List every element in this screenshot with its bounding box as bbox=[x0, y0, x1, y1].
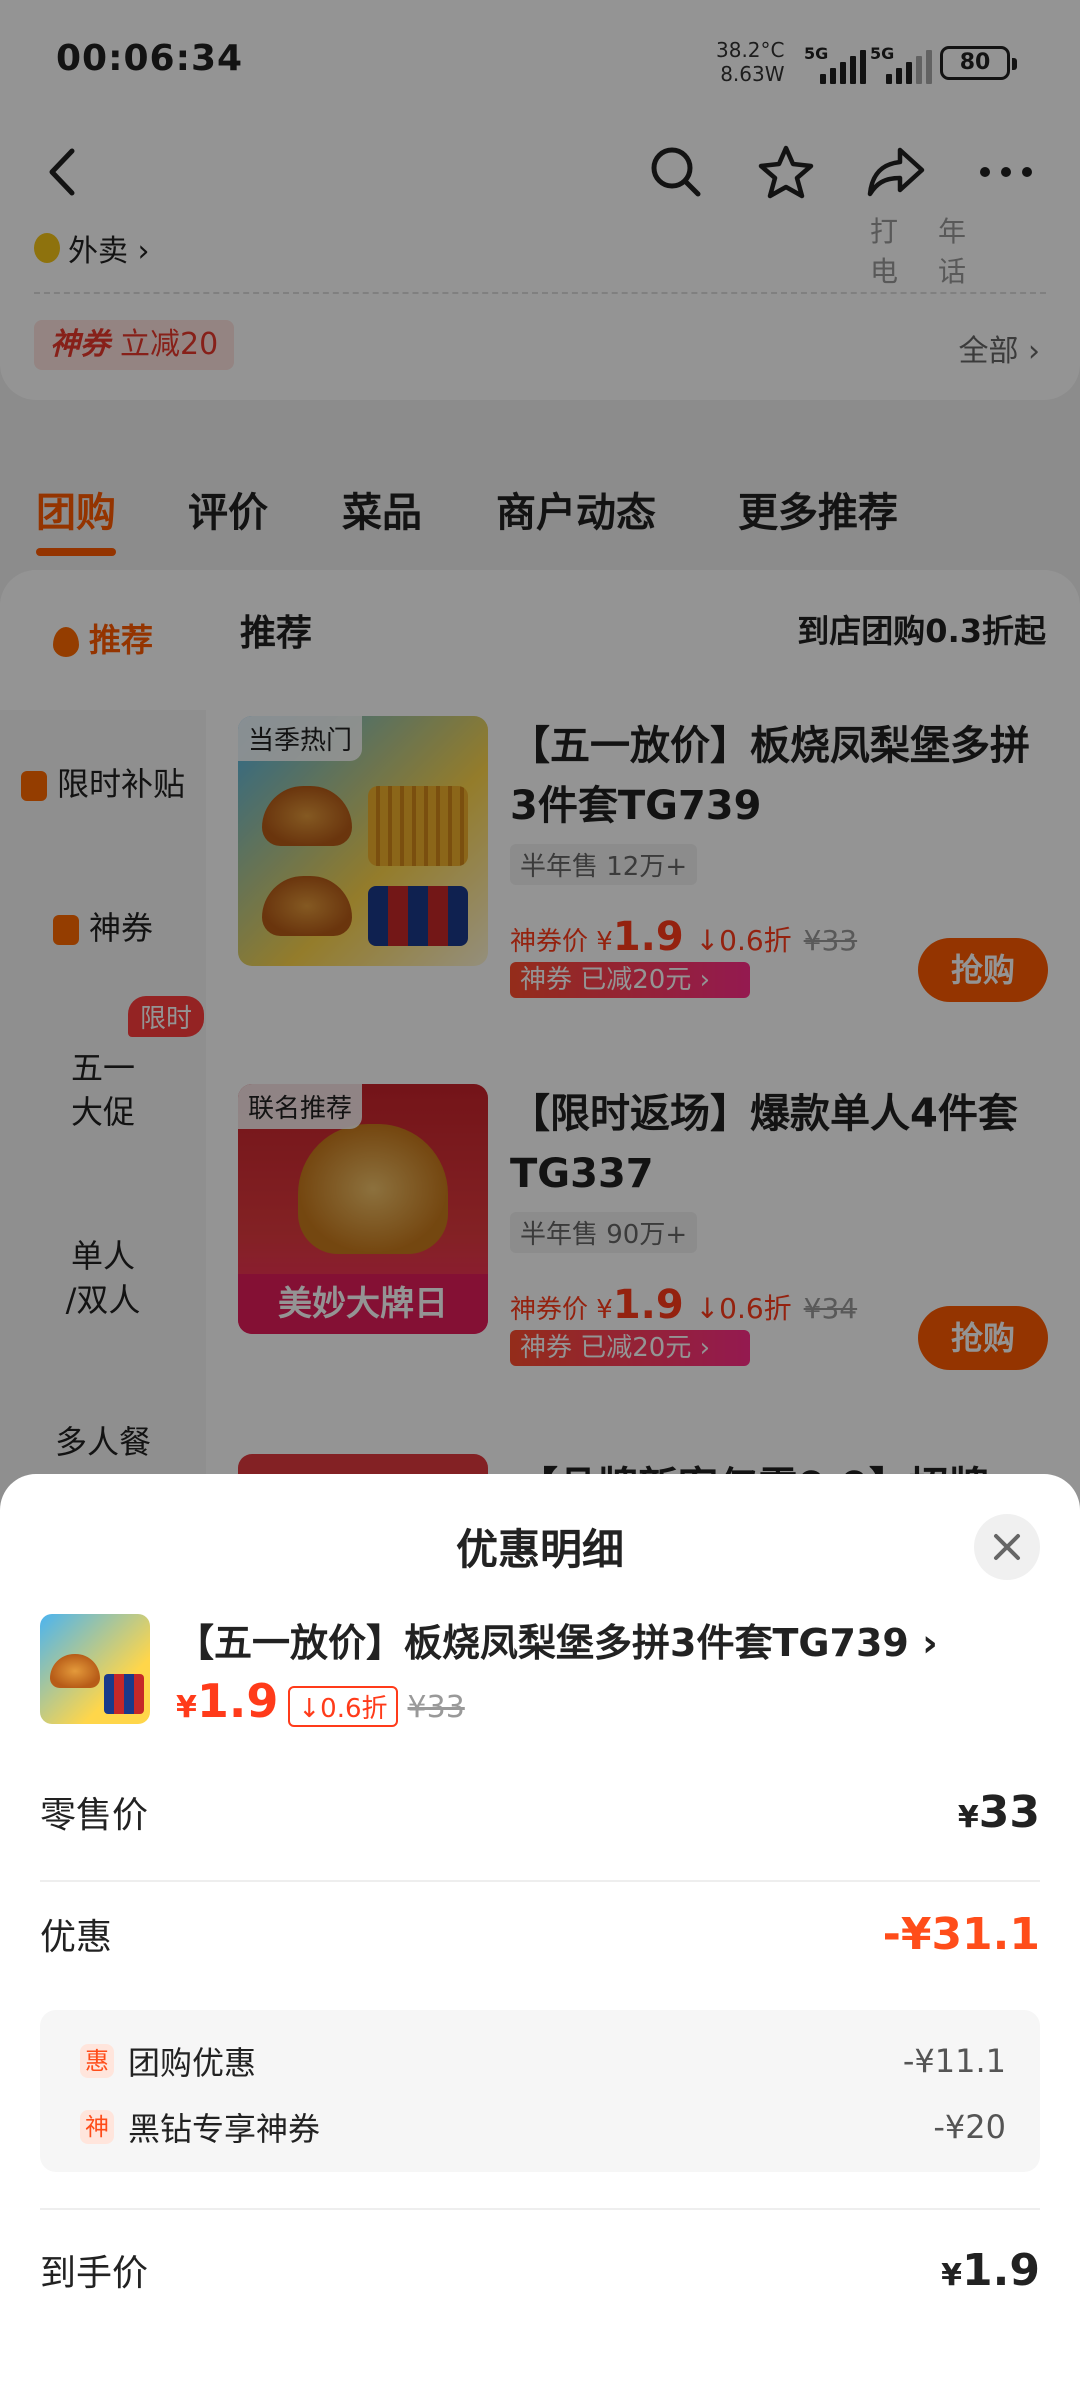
coupon-badge-icon: 神 bbox=[80, 2110, 114, 2144]
close-icon bbox=[994, 1534, 1020, 1560]
discount-badge-icon: 惠 bbox=[80, 2044, 114, 2078]
divider bbox=[40, 2208, 1040, 2210]
close-button[interactable] bbox=[974, 1514, 1040, 1580]
final-price-row: 到手价 ¥1.9 bbox=[40, 2244, 1040, 2296]
product-thumbnail bbox=[40, 1614, 150, 1724]
discount-row: 优惠 -¥31.1 bbox=[40, 1908, 1040, 1960]
retail-price-row: 零售价 ¥33 bbox=[40, 1786, 1040, 1838]
sheet-title: 优惠明细 bbox=[455, 1525, 624, 1574]
product-name-link[interactable]: 【五一放价】板烧凤梨堡多拼3件套TG739 › bbox=[176, 1612, 938, 1667]
list-item: 惠团购优惠 -¥11.1 bbox=[80, 2038, 1006, 2084]
divider bbox=[40, 1880, 1040, 1882]
discount-detail-sheet: 优惠明细 【五一放价】板烧凤梨堡多拼3件套TG739 › ¥1.9 ↓0.6折 … bbox=[0, 1474, 1080, 2400]
discount-breakdown: 惠团购优惠 -¥11.1 神黑钻专享神券 -¥20 bbox=[40, 2010, 1040, 2172]
store-page: 00:06:34 38.2°C 8.63W 5G 5G 80 外卖 › 打年 电… bbox=[0, 0, 1080, 2400]
product-price: ¥1.9 ↓0.6折 ¥33 bbox=[176, 1674, 465, 1728]
list-item: 神黑钻专享神券 -¥20 bbox=[80, 2104, 1006, 2150]
